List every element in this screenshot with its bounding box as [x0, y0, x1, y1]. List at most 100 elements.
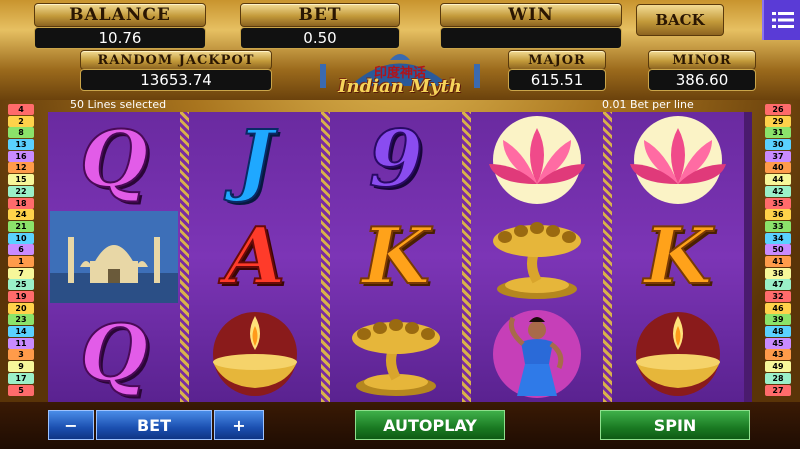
reel-3: 9K — [330, 112, 462, 402]
payline-number: 25 — [8, 279, 34, 291]
payline-number: 7 — [8, 267, 34, 279]
payline-number: 30 — [765, 139, 791, 151]
menu-button[interactable] — [762, 0, 800, 40]
payline-number: 5 — [8, 384, 34, 396]
payline-number: 3 — [8, 349, 34, 361]
letter-j-text: J — [236, 114, 275, 205]
payline-number: 37 — [765, 150, 791, 162]
bet-button[interactable]: BET — [96, 410, 212, 440]
payline-number: 41 — [765, 255, 791, 267]
reel-divider — [603, 112, 612, 402]
cobra-symbol — [330, 306, 462, 402]
minor-value: 386.60 — [648, 69, 756, 91]
letter-a-symbol: A — [189, 209, 321, 305]
payline-number: 49 — [765, 361, 791, 373]
letter-a-text: A — [224, 211, 287, 302]
letter-k-text: K — [361, 211, 431, 302]
letter-q-symbol: Q — [48, 112, 180, 208]
reel-4 — [471, 112, 603, 402]
random-jackpot-value: 13653.74 — [80, 69, 272, 91]
payline-number: 4 — [8, 104, 34, 115]
letter-9-symbol: 9 — [330, 112, 462, 208]
oil-lamp-symbol — [189, 306, 321, 402]
letter-j-symbol: J — [189, 112, 321, 208]
letter-k-text: K — [643, 211, 713, 302]
oil-lamp-icon — [213, 312, 297, 396]
payline-number: 46 — [765, 302, 791, 314]
reel-5: K — [612, 112, 744, 402]
payline-number: 45 — [765, 337, 791, 349]
oil-lamp-symbol — [612, 306, 744, 402]
payline-number: 29 — [765, 115, 791, 127]
autoplay-button[interactable]: AUTOPLAY — [355, 410, 505, 440]
major-value: 615.51 — [508, 69, 606, 91]
payline-number: 42 — [765, 185, 791, 197]
payline-number: 35 — [765, 197, 791, 209]
major-label: MAJOR — [508, 50, 606, 70]
reel-area: QQ JA 9K K — [48, 112, 752, 402]
payline-number: 50 — [765, 244, 791, 256]
increase-bet-button[interactable]: + — [214, 410, 264, 440]
taj-mahal-symbol — [48, 209, 180, 305]
left-payline-indicators: 4 2 8 13 16 12 15 22 18 24 21 10 6 1 7 25 19 20 23 14 11 3 9 17… — [8, 104, 34, 396]
lotus-icon — [630, 116, 726, 204]
random-jackpot-label: RANDOM JACKPOT — [80, 50, 272, 70]
payline-number: 15 — [8, 174, 34, 186]
logo-english-text: Indian Myth — [338, 76, 462, 97]
lotus-symbol — [612, 112, 744, 208]
lines-selected-text: 50 Lines selected — [70, 98, 167, 111]
payline-number: 9 — [8, 361, 34, 373]
payline-number: 18 — [8, 197, 34, 209]
payline-number: 22 — [8, 185, 34, 197]
payline-number: 21 — [8, 220, 34, 232]
reel-2: JA — [189, 112, 321, 402]
back-button[interactable]: BACK — [636, 4, 724, 36]
right-payline-indicators: 26 29 31 30 37 40 44 42 35 36 33 34 50 41 38 47 32 46 39 48… — [765, 104, 791, 396]
payline-number: 47 — [765, 279, 791, 291]
payline-number: 38 — [765, 267, 791, 279]
lotus-icon — [489, 116, 585, 204]
cobra-symbol — [471, 209, 603, 305]
payline-number: 40 — [765, 162, 791, 174]
top-bar: BALANCE 10.76 BET 0.50 WIN BACK RANDOM J… — [0, 0, 800, 100]
payline-number: 1 — [8, 255, 34, 267]
bet-per-line-text: 0.01 Bet per line — [602, 98, 694, 111]
payline-number: 16 — [8, 150, 34, 162]
payline-number: 27 — [765, 384, 791, 396]
list-menu-icon — [772, 12, 794, 28]
letter-q-text: Q — [79, 114, 149, 205]
lotus-symbol — [471, 112, 603, 208]
letter-9-text: 9 — [368, 114, 424, 205]
payline-number: 34 — [765, 232, 791, 244]
payline-number: 14 — [8, 326, 34, 338]
reel-1: QQ — [48, 112, 180, 402]
payline-number: 13 — [8, 139, 34, 151]
taj-mahal-icon — [50, 211, 178, 303]
payline-number: 48 — [765, 326, 791, 338]
decrease-bet-button[interactable]: − — [48, 410, 94, 440]
payline-number: 32 — [765, 291, 791, 302]
payline-number: 24 — [8, 209, 34, 221]
reel-divider — [180, 112, 189, 402]
control-bar: − BET + AUTOPLAY SPIN — [0, 402, 800, 449]
letter-k-symbol: K — [612, 209, 744, 305]
minor-label: MINOR — [648, 50, 756, 70]
spin-button[interactable]: SPIN — [600, 410, 750, 440]
payline-number: 36 — [765, 209, 791, 221]
payline-number: 26 — [765, 104, 791, 115]
reel-divider — [462, 112, 471, 402]
payline-number: 12 — [8, 162, 34, 174]
reel-divider — [321, 112, 330, 402]
dancer-icon — [493, 310, 581, 398]
payline-number: 43 — [765, 349, 791, 361]
payline-number: 23 — [8, 314, 34, 326]
payline-number: 33 — [765, 220, 791, 232]
payline-number: 17 — [8, 372, 34, 384]
payline-number: 20 — [8, 302, 34, 314]
dancer-symbol — [471, 306, 603, 402]
payline-number: 11 — [8, 337, 34, 349]
payline-number: 44 — [765, 174, 791, 186]
game-frame: BALANCE 10.76 BET 0.50 WIN BACK RANDOM J… — [0, 0, 800, 449]
balance-label: BALANCE — [34, 3, 206, 27]
oil-lamp-icon — [636, 312, 720, 396]
